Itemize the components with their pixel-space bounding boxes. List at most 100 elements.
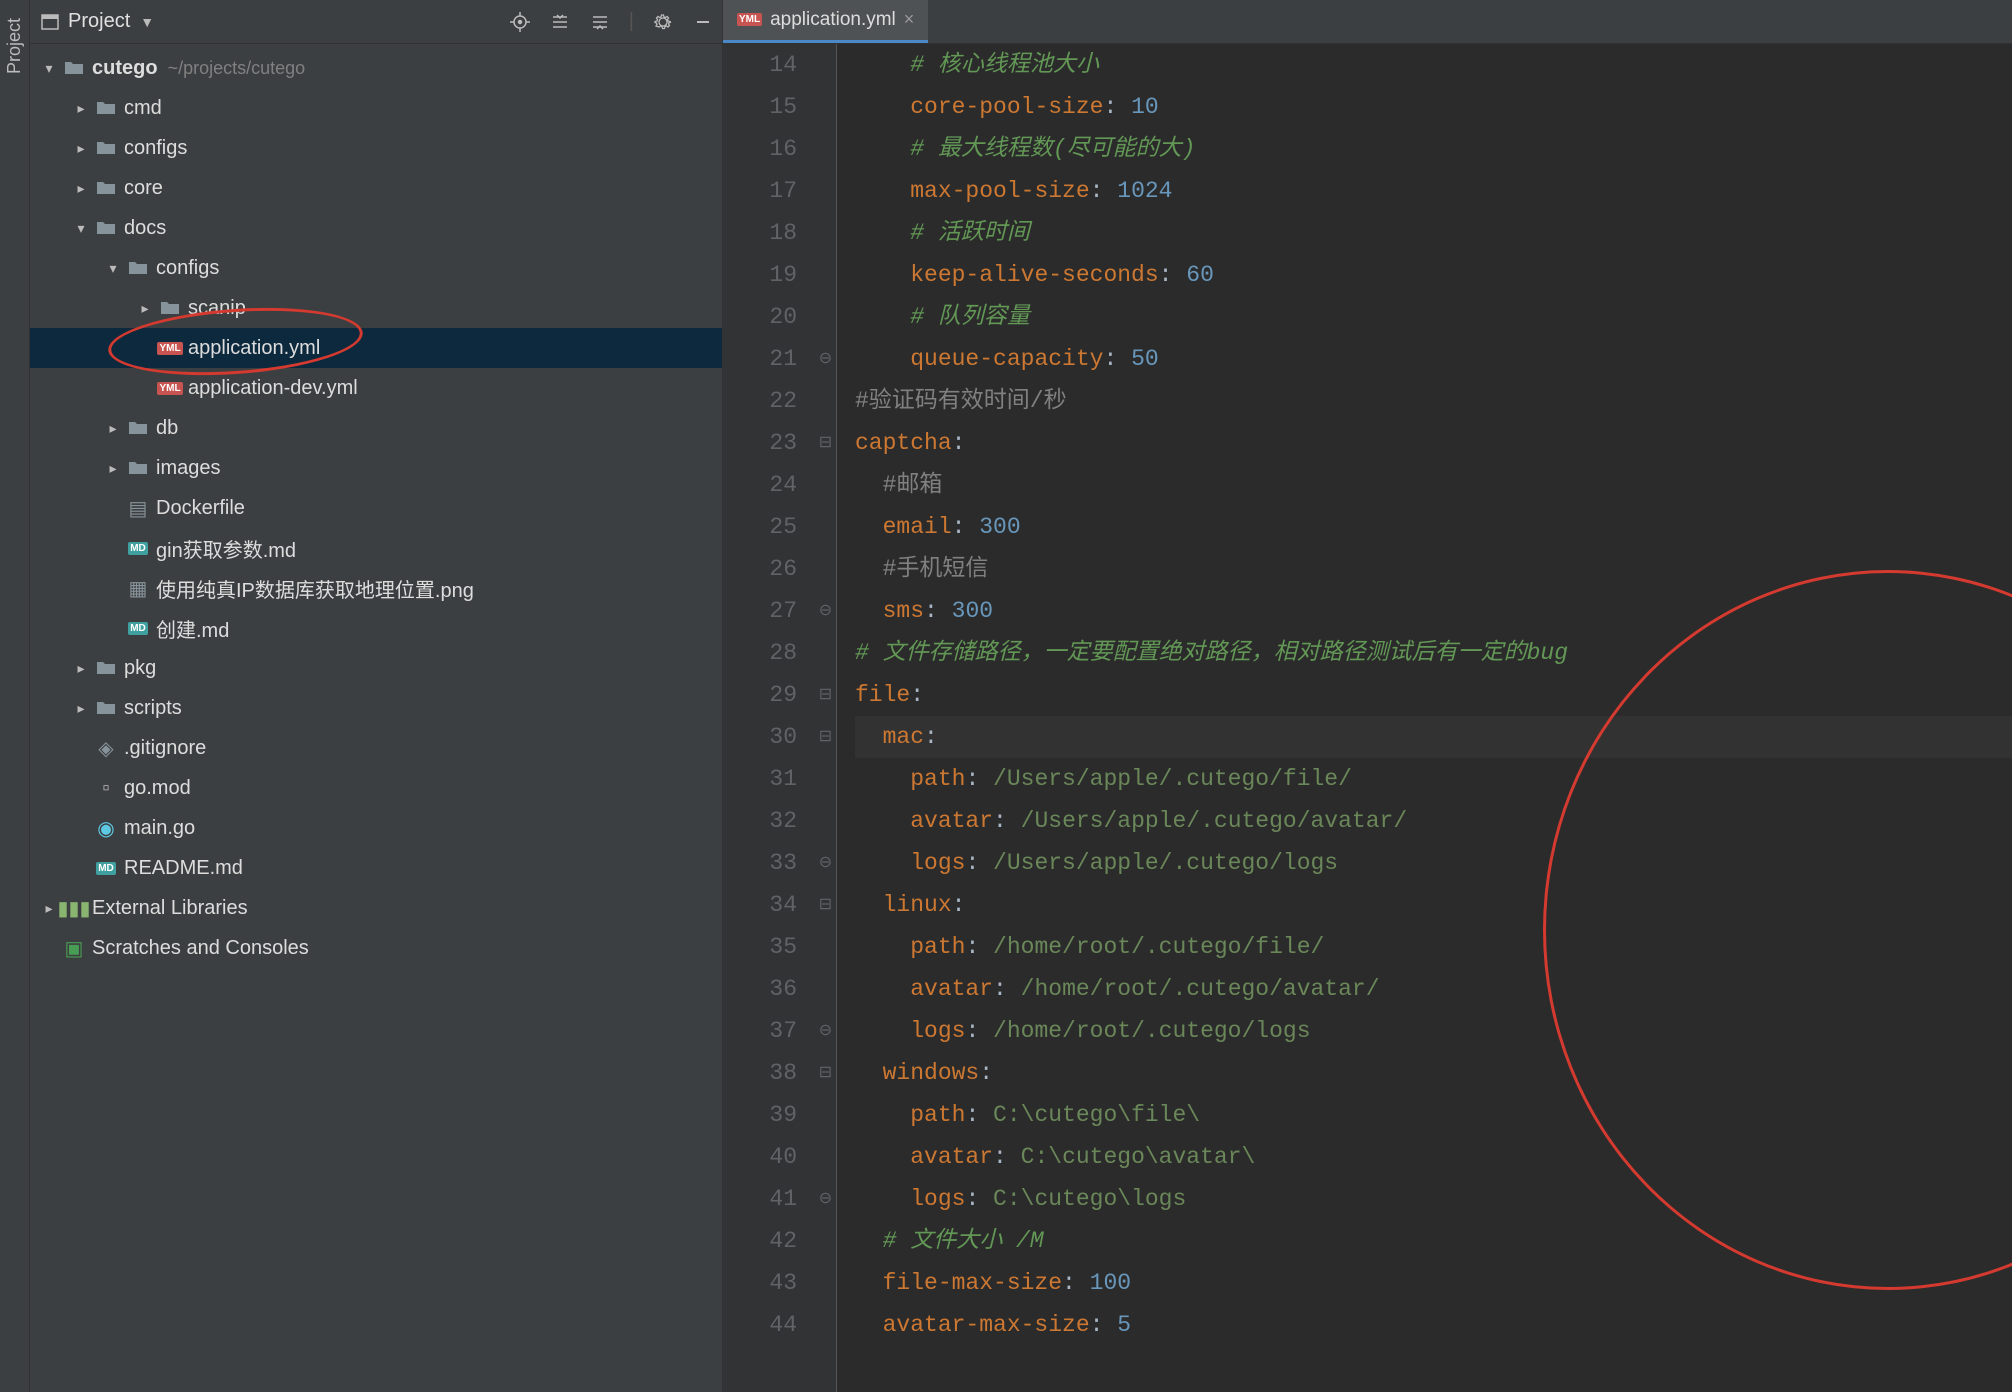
fold-mark[interactable] — [815, 44, 836, 86]
code-line[interactable]: # 文件存储路径，一定要配置绝对路径，相对路径测试后有一定的bug — [855, 632, 2012, 674]
fold-mark[interactable]: ⊟ — [815, 1052, 836, 1094]
code-line[interactable]: # 文件大小 /M — [855, 1220, 2012, 1262]
code-line[interactable]: mac: — [855, 716, 2012, 758]
fold-mark[interactable] — [815, 128, 836, 170]
fold-mark[interactable] — [815, 1220, 836, 1262]
code-line[interactable]: logs: /home/root/.cutego/logs — [855, 1010, 2012, 1052]
tree-item[interactable]: ▸scanip — [30, 288, 722, 328]
code-line[interactable]: avatar: C:\cutego\avatar\ — [855, 1136, 2012, 1178]
external-libraries[interactable]: ▸ ▮▮▮ External Libraries — [30, 888, 722, 928]
code-line[interactable]: email: 300 — [855, 506, 2012, 548]
code-editor[interactable]: 1415161718192021222324252627282930313233… — [723, 44, 2012, 1392]
code-line[interactable]: queue-capacity: 50 — [855, 338, 2012, 380]
tree-item[interactable]: ▾docs — [30, 208, 722, 248]
chevron-right-icon[interactable]: ▸ — [102, 460, 124, 477]
tree-item[interactable]: ▸MDREADME.md — [30, 848, 722, 888]
code-line[interactable]: max-pool-size: 1024 — [855, 170, 2012, 212]
tree-item[interactable]: ▸core — [30, 168, 722, 208]
tree-item[interactable]: ▸MD创建.md — [30, 608, 722, 648]
code-line[interactable]: #邮箱 — [855, 464, 2012, 506]
fold-mark[interactable]: ⊖ — [815, 338, 836, 380]
tool-window-rail[interactable]: Project — [0, 0, 30, 1392]
fold-mark[interactable]: ⊟ — [815, 884, 836, 926]
fold-mark[interactable] — [815, 968, 836, 1010]
chevron-down-icon[interactable]: ▾ — [102, 260, 124, 277]
fold-mark[interactable] — [815, 758, 836, 800]
fold-mark[interactable] — [815, 1094, 836, 1136]
fold-mark[interactable] — [815, 1304, 836, 1346]
fold-mark[interactable] — [815, 548, 836, 590]
rail-project-label[interactable]: Project — [4, 18, 25, 74]
code-line[interactable]: # 最大线程数(尽可能的大) — [855, 128, 2012, 170]
tree-item[interactable]: ▸YMLapplication.yml — [30, 328, 722, 368]
code-line[interactable]: # 核心线程池大小 — [855, 44, 2012, 86]
tab-application-yml[interactable]: YML application.yml × — [723, 0, 928, 43]
fold-mark[interactable] — [815, 86, 836, 128]
fold-mark[interactable] — [815, 1262, 836, 1304]
chevron-right-icon[interactable]: ▸ — [70, 660, 92, 677]
tree-item[interactable]: ▸▫go.mod — [30, 768, 722, 808]
code-line[interactable]: file-max-size: 100 — [855, 1262, 2012, 1304]
code-line[interactable]: sms: 300 — [855, 590, 2012, 632]
tree-item[interactable]: ▸configs — [30, 128, 722, 168]
fold-gutter[interactable]: ⊖⊟⊖⊟⊟⊖⊟⊖⊟⊖ — [815, 44, 837, 1392]
code-line[interactable]: #手机短信 — [855, 548, 2012, 590]
fold-mark[interactable] — [815, 296, 836, 338]
settings-icon[interactable] — [652, 11, 674, 33]
tree-item[interactable]: ▸YMLapplication-dev.yml — [30, 368, 722, 408]
code-line[interactable]: linux: — [855, 884, 2012, 926]
tree-item[interactable]: ▸▤Dockerfile — [30, 488, 722, 528]
tree-item[interactable]: ▸scripts — [30, 688, 722, 728]
code-line[interactable]: file: — [855, 674, 2012, 716]
code-line[interactable]: avatar: /Users/apple/.cutego/avatar/ — [855, 800, 2012, 842]
chevron-right-icon[interactable]: ▸ — [70, 180, 92, 197]
chevron-down-icon[interactable]: ▾ — [70, 220, 92, 237]
code-line[interactable]: avatar-max-size: 5 — [855, 1304, 2012, 1346]
code-content[interactable]: # 核心线程池大小 core-pool-size: 10 # 最大线程数(尽可能… — [837, 44, 2012, 1392]
code-line[interactable]: keep-alive-seconds: 60 — [855, 254, 2012, 296]
code-line[interactable]: path: /Users/apple/.cutego/file/ — [855, 758, 2012, 800]
fold-mark[interactable] — [815, 926, 836, 968]
code-line[interactable]: #验证码有效时间/秒 — [855, 380, 2012, 422]
tree-item[interactable]: ▸◉main.go — [30, 808, 722, 848]
project-tree[interactable]: ▾ cutego ~/projects/cutego ▸cmd▸configs▸… — [30, 44, 722, 972]
tree-root[interactable]: ▾ cutego ~/projects/cutego — [30, 48, 722, 88]
chevron-right-icon[interactable]: ▸ — [70, 100, 92, 117]
code-line[interactable]: core-pool-size: 10 — [855, 86, 2012, 128]
chevron-right-icon[interactable]: ▸ — [70, 700, 92, 717]
chevron-right-icon[interactable]: ▸ — [102, 420, 124, 437]
fold-mark[interactable]: ⊖ — [815, 842, 836, 884]
code-line[interactable]: avatar: /home/root/.cutego/avatar/ — [855, 968, 2012, 1010]
code-line[interactable]: captcha: — [855, 422, 2012, 464]
tree-item[interactable]: ▸MDgin获取参数.md — [30, 528, 722, 568]
fold-mark[interactable] — [815, 170, 836, 212]
collapse-all-icon[interactable] — [589, 11, 611, 33]
fold-mark[interactable]: ⊖ — [815, 1010, 836, 1052]
tree-item[interactable]: ▸cmd — [30, 88, 722, 128]
fold-mark[interactable] — [815, 1136, 836, 1178]
code-line[interactable]: path: /home/root/.cutego/file/ — [855, 926, 2012, 968]
hide-icon[interactable] — [692, 11, 714, 33]
locate-icon[interactable] — [509, 11, 531, 33]
tree-item[interactable]: ▸pkg — [30, 648, 722, 688]
project-selector-label[interactable]: Project — [68, 10, 130, 33]
fold-mark[interactable] — [815, 632, 836, 674]
scratches-consoles[interactable]: ▸ ▣ Scratches and Consoles — [30, 928, 722, 968]
code-line[interactable]: windows: — [855, 1052, 2012, 1094]
tree-item[interactable]: ▸db — [30, 408, 722, 448]
code-line[interactable]: logs: /Users/apple/.cutego/logs — [855, 842, 2012, 884]
fold-mark[interactable] — [815, 212, 836, 254]
fold-mark[interactable] — [815, 800, 836, 842]
fold-mark[interactable] — [815, 464, 836, 506]
chevron-right-icon[interactable]: ▸ — [134, 300, 156, 317]
code-line[interactable]: path: C:\cutego\file\ — [855, 1094, 2012, 1136]
code-line[interactable]: logs: C:\cutego\logs — [855, 1178, 2012, 1220]
tree-item[interactable]: ▾configs — [30, 248, 722, 288]
fold-mark[interactable] — [815, 380, 836, 422]
fold-mark[interactable]: ⊖ — [815, 590, 836, 632]
code-line[interactable]: # 队列容量 — [855, 296, 2012, 338]
tree-item[interactable]: ▸images — [30, 448, 722, 488]
fold-mark[interactable] — [815, 506, 836, 548]
fold-mark[interactable]: ⊖ — [815, 1178, 836, 1220]
chevron-right-icon[interactable]: ▸ — [70, 140, 92, 157]
